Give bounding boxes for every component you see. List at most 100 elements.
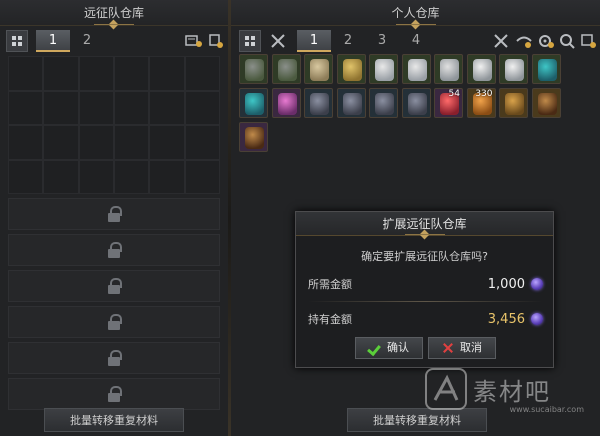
tab-personal-1[interactable]: 1	[297, 30, 331, 52]
beige-outfit-icon	[310, 59, 329, 81]
gear-icon[interactable]	[537, 33, 555, 49]
empty-slot[interactable]	[8, 159, 44, 194]
item-slot[interactable]	[271, 88, 301, 118]
expedition-storage-title: 远征队仓库	[0, 0, 228, 26]
expedition-storage-panel: 远征队仓库 1 2 批量转移重复材料	[0, 0, 228, 436]
empty-slot[interactable]	[184, 125, 220, 160]
empty-slot[interactable]	[78, 159, 114, 194]
empty-slot[interactable]	[149, 159, 185, 194]
locked-slot-row[interactable]	[8, 378, 220, 410]
transfer-icon[interactable]	[580, 33, 598, 49]
empty-slot[interactable]	[78, 125, 114, 160]
grid-view-button[interactable]	[239, 30, 261, 52]
white-glove-icon	[440, 59, 459, 81]
locked-slot-row[interactable]	[8, 198, 220, 230]
empty-slot[interactable]	[184, 90, 220, 125]
tab-expedition-2[interactable]: 2	[70, 30, 104, 52]
empty-slot[interactable]	[149, 56, 185, 91]
empty-slot[interactable]	[78, 90, 114, 125]
gather-icon[interactable]	[515, 33, 533, 49]
expand-storage-dialog: 扩展远征队仓库 确定要扩展远征队仓库吗? 所需金额 1,000 持有金额 3,4…	[295, 211, 554, 368]
item-slot[interactable]	[304, 88, 333, 118]
white-scarf-icon	[375, 59, 394, 81]
teal-potion-icon	[537, 59, 557, 81]
required-amount-label: 所需金额	[308, 278, 352, 291]
dialog-title: 扩展远征队仓库	[296, 212, 553, 236]
personal-storage-title: 个人仓库	[231, 0, 600, 26]
locked-slot-row[interactable]	[8, 306, 220, 338]
empty-slot[interactable]	[184, 56, 220, 91]
tab-expedition-1[interactable]: 1	[36, 30, 70, 52]
item-slot[interactable]	[369, 88, 398, 118]
empty-slot[interactable]	[8, 125, 44, 160]
ore-icon	[310, 93, 329, 115]
empty-slot[interactable]	[149, 125, 185, 160]
sort-settings-icon[interactable]	[185, 33, 203, 49]
item-slot[interactable]: 54	[434, 88, 463, 118]
currency-coin-icon	[531, 313, 543, 325]
personal-storage-title-text: 个人仓库	[391, 6, 440, 20]
empty-slot[interactable]	[113, 90, 150, 125]
item-slot[interactable]	[336, 88, 366, 118]
expedition-bulk-transfer-button[interactable]: 批量转移重复材料	[44, 408, 184, 432]
gold-outfit-icon	[342, 59, 362, 81]
locked-slot-row[interactable]	[8, 234, 220, 266]
item-slot[interactable]	[401, 54, 431, 84]
item-slot[interactable]	[239, 122, 268, 152]
empty-slot[interactable]	[8, 90, 44, 125]
item-slot[interactable]	[336, 54, 366, 84]
owned-amount-label: 持有金额	[308, 313, 352, 326]
wolf-mount-icon	[245, 59, 264, 81]
item-slot[interactable]	[304, 54, 333, 84]
title-ornament-icon	[404, 230, 445, 240]
transfer-icon[interactable]	[207, 33, 225, 49]
close-icon	[442, 342, 454, 354]
item-slot[interactable]	[499, 88, 528, 118]
empty-slot[interactable]	[43, 125, 79, 160]
watermark-logo-icon	[425, 368, 467, 410]
expedition-slot-grid	[8, 56, 220, 194]
item-slot[interactable]	[271, 54, 301, 84]
item-slot[interactable]	[239, 54, 268, 84]
tab-personal-4[interactable]: 4	[399, 30, 433, 52]
item-slot[interactable]	[466, 54, 496, 84]
item-slot[interactable]	[239, 88, 268, 118]
crossed-swords-icon[interactable]	[269, 32, 287, 50]
empty-slot[interactable]	[8, 56, 44, 91]
required-amount-value: 1,000	[487, 276, 525, 292]
empty-slot[interactable]	[184, 159, 220, 194]
locked-slot-row[interactable]	[8, 270, 220, 302]
ore-icon	[342, 93, 362, 115]
title-ornament-icon	[395, 20, 436, 30]
cancel-button[interactable]: 取消	[428, 337, 496, 359]
confirm-button[interactable]: 确认	[355, 337, 423, 359]
dialog-separator	[308, 301, 543, 302]
cancel-label: 取消	[460, 341, 482, 354]
item-slot[interactable]	[499, 54, 528, 84]
item-slot[interactable]	[369, 54, 398, 84]
card-icon	[245, 127, 264, 149]
item-slot[interactable]	[401, 88, 431, 118]
locked-slot-row[interactable]	[8, 342, 220, 374]
crossed-tools-icon[interactable]	[493, 33, 511, 49]
empty-slot[interactable]	[113, 159, 150, 194]
owned-amount-value: 3,456	[487, 311, 525, 327]
empty-slot[interactable]	[43, 56, 79, 91]
item-slot[interactable]	[531, 88, 561, 118]
tab-personal-2[interactable]: 2	[331, 30, 365, 52]
item-quantity: 54	[448, 89, 460, 99]
item-slot[interactable]	[434, 54, 463, 84]
empty-slot[interactable]	[113, 125, 150, 160]
search-icon[interactable]	[559, 33, 577, 49]
empty-slot[interactable]	[43, 159, 79, 194]
item-quantity: 330	[475, 89, 493, 99]
lock-icon	[107, 314, 122, 330]
grid-view-button[interactable]	[6, 30, 28, 52]
tab-personal-3[interactable]: 3	[365, 30, 399, 52]
empty-slot[interactable]	[78, 56, 114, 91]
empty-slot[interactable]	[43, 90, 79, 125]
empty-slot[interactable]	[149, 90, 185, 125]
item-slot[interactable]	[531, 54, 561, 84]
item-slot[interactable]: 330	[466, 88, 496, 118]
empty-slot[interactable]	[113, 56, 150, 91]
